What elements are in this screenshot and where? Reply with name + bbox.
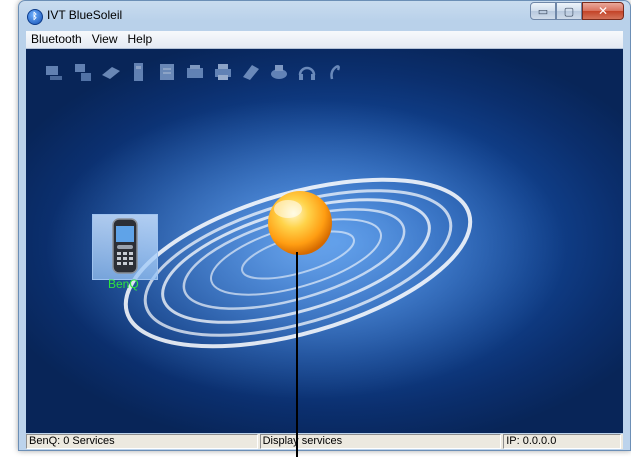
dial-up-networking-icon[interactable] bbox=[240, 61, 262, 83]
audio-gateway-icon[interactable] bbox=[324, 61, 346, 83]
personal-area-network-icon[interactable] bbox=[44, 61, 66, 83]
device-label-benq: BenQ bbox=[108, 277, 139, 291]
minimize-icon: ▭ bbox=[537, 4, 549, 18]
headset-icon[interactable] bbox=[296, 61, 318, 83]
mobile-phone-icon bbox=[112, 218, 138, 274]
modem-icon[interactable] bbox=[268, 61, 290, 83]
window-title: IVT BlueSoleil bbox=[47, 8, 123, 22]
callout-pointer-line bbox=[296, 252, 298, 457]
menu-help[interactable]: Help bbox=[123, 31, 158, 48]
file-transfer-icon[interactable] bbox=[128, 61, 150, 83]
local-device-orb[interactable] bbox=[268, 191, 332, 255]
app-window: ᛒ IVT BlueSoleil ▭ ▢ ✕ Bluetooth View He… bbox=[18, 0, 631, 451]
maximize-icon: ▢ bbox=[563, 4, 575, 18]
serial-port-icon[interactable] bbox=[184, 61, 206, 83]
menu-bluetooth[interactable]: Bluetooth bbox=[26, 31, 87, 48]
network-access-icon[interactable] bbox=[72, 61, 94, 83]
menu-view[interactable]: View bbox=[87, 31, 123, 48]
status-device-services: BenQ: 0 Services bbox=[26, 434, 258, 449]
bluetooth-icon: ᛒ bbox=[27, 9, 43, 25]
caption-buttons: ▭ ▢ ✕ bbox=[530, 2, 624, 21]
fax-icon[interactable] bbox=[100, 61, 122, 83]
status-bar: BenQ: 0 Services Display services IP: 0.… bbox=[26, 434, 623, 449]
service-toolbar bbox=[44, 61, 346, 83]
printer-icon[interactable] bbox=[212, 61, 234, 83]
status-ip: IP: 0.0.0.0 bbox=[503, 434, 622, 449]
minimize-button[interactable]: ▭ bbox=[530, 2, 556, 20]
maximize-button[interactable]: ▢ bbox=[556, 2, 582, 20]
device-view[interactable]: BenQ bbox=[26, 49, 623, 433]
title-bar[interactable]: ᛒ IVT BlueSoleil ▭ ▢ ✕ bbox=[19, 1, 630, 29]
close-button[interactable]: ✕ bbox=[582, 2, 624, 20]
menu-bar: Bluetooth View Help bbox=[26, 31, 623, 49]
close-icon: ✕ bbox=[597, 4, 609, 18]
object-push-icon[interactable] bbox=[156, 61, 178, 83]
device-tile-benq[interactable] bbox=[92, 214, 158, 280]
